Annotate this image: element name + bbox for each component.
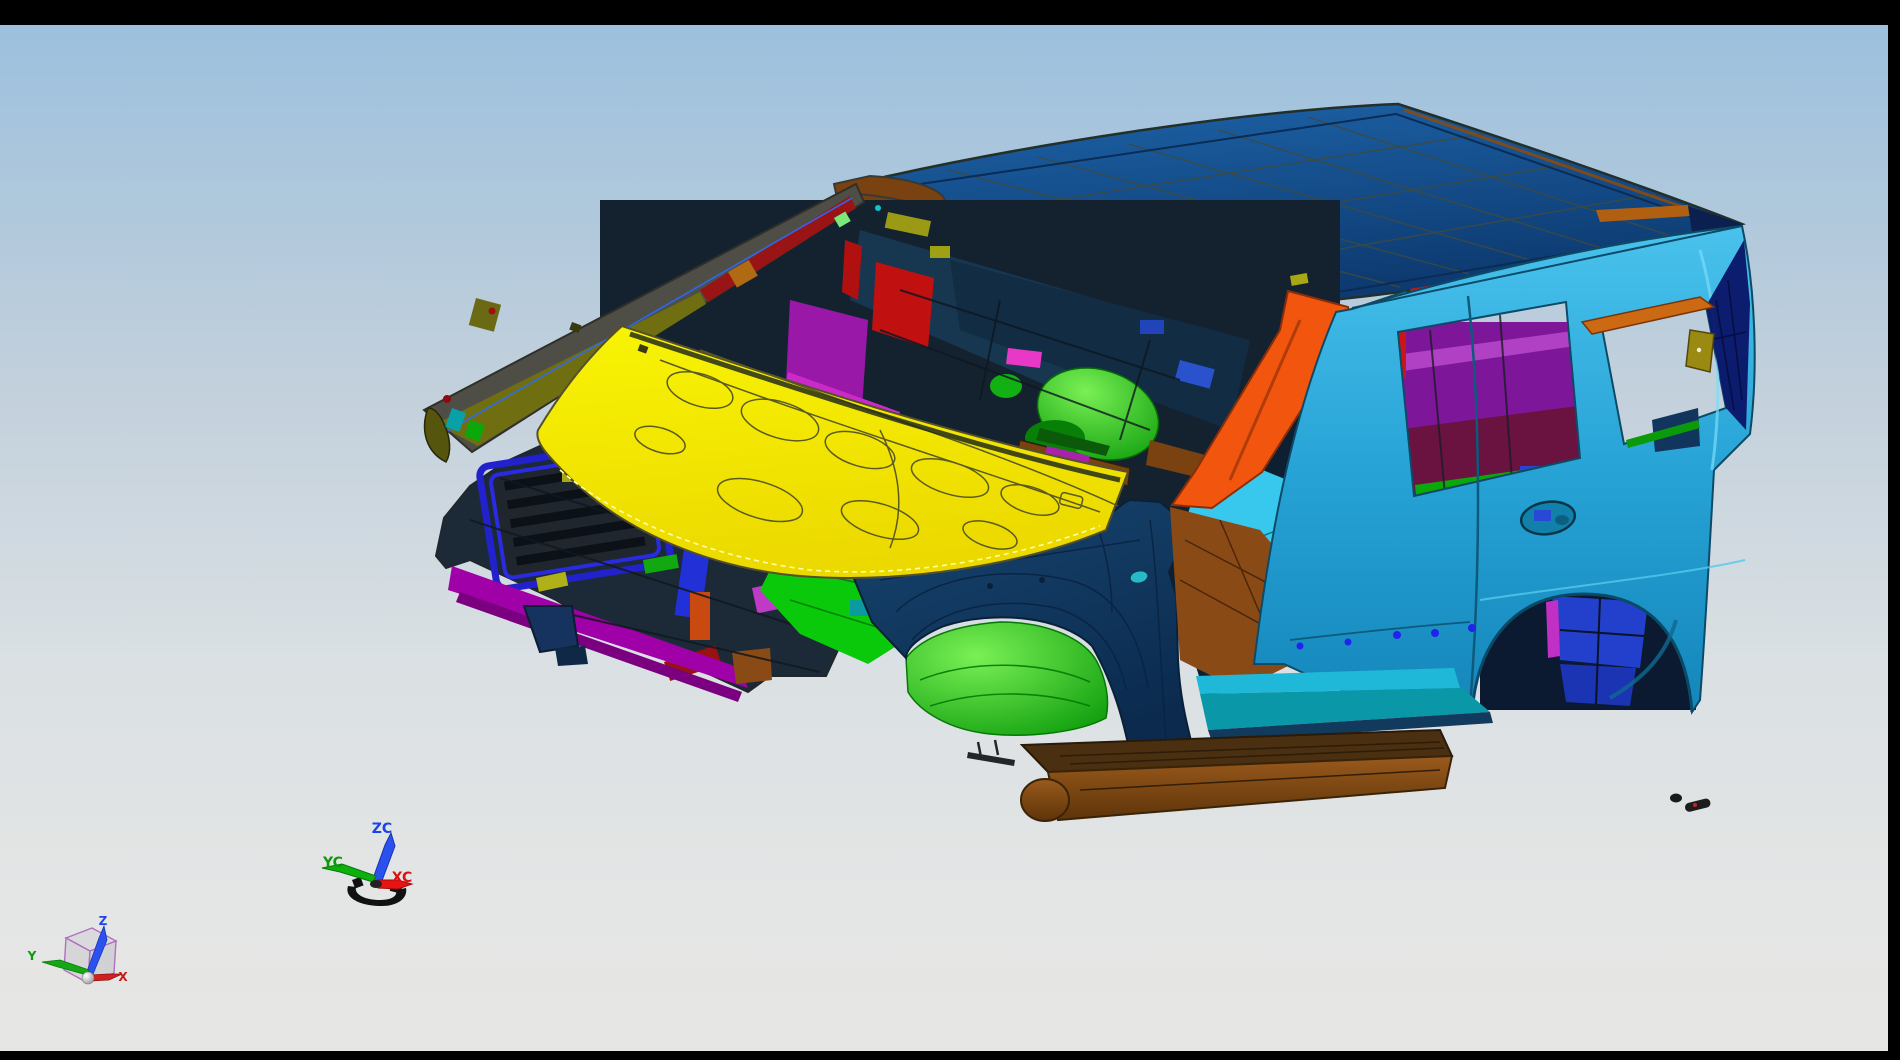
running-board-end-cap — [1021, 779, 1069, 821]
datum-y-label: Y — [27, 949, 37, 963]
wcs-z-label: ZC — [372, 821, 392, 837]
datum-z-label: Z — [99, 914, 108, 928]
wcs-y-label: YC — [322, 855, 343, 871]
datum-x-label: X — [118, 970, 128, 984]
datum-origin-sphere[interactable] — [82, 972, 94, 984]
bottom-frame-bar — [0, 1051, 1888, 1060]
cad-application-window: ZC YC XC Z Y X — [0, 0, 1900, 1060]
wcs-x-label: XC — [392, 870, 413, 886]
graphics-viewport[interactable]: ZC YC XC Z Y X — [0, 0, 1900, 1060]
right-frame-bar — [1888, 25, 1900, 1060]
top-frame-bar — [0, 0, 1900, 25]
